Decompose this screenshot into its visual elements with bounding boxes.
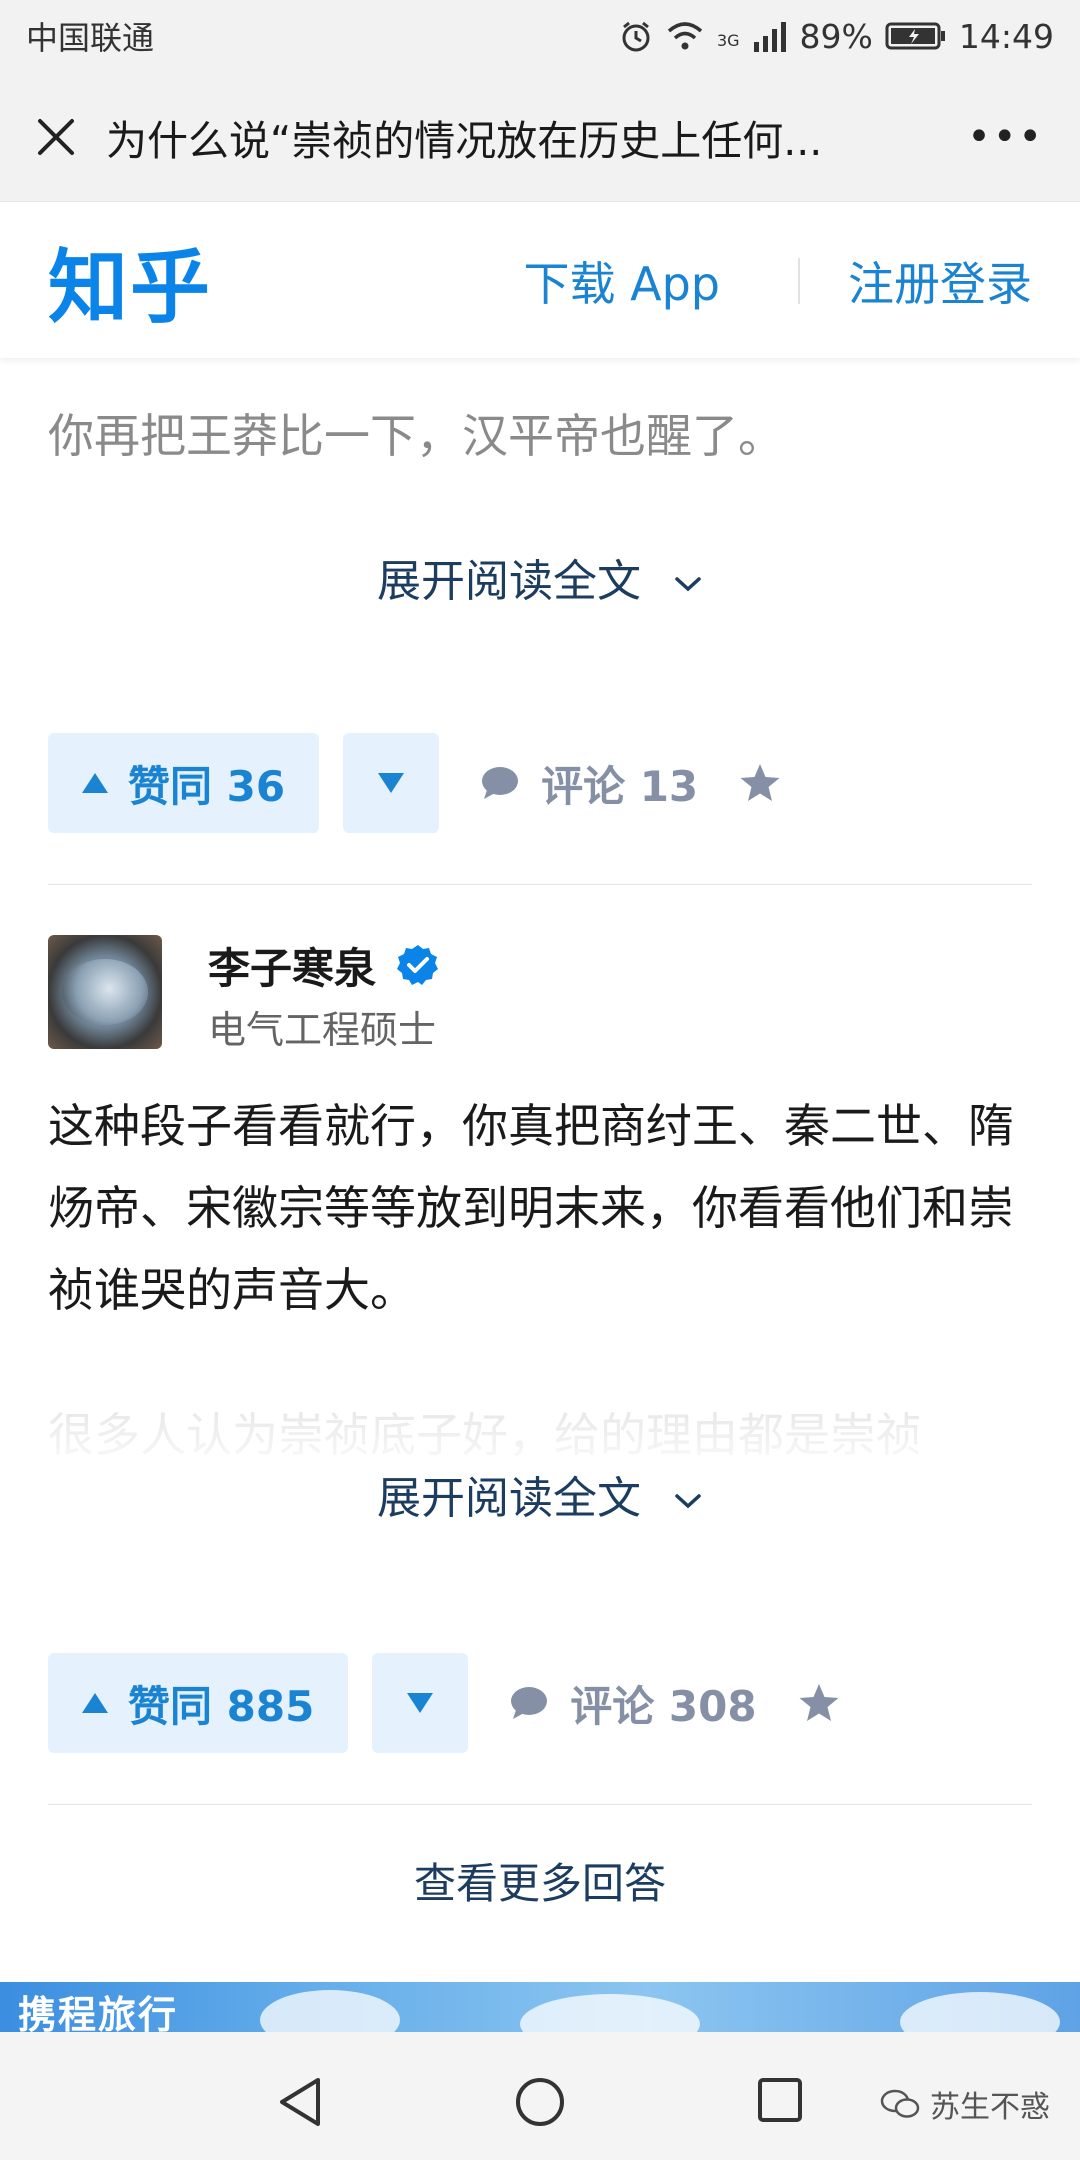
answer-actions: 赞同 885 评论 308 <box>48 1653 841 1753</box>
alarm-icon <box>622 21 650 52</box>
author-headline: 电气工程硕士 <box>208 1008 437 1052</box>
expand-answer-button[interactable]: 展开阅读全文 <box>0 1462 1080 1526</box>
watermark: 苏生不惑 <box>880 2082 1050 2126</box>
star-icon[interactable] <box>738 762 782 804</box>
chevron-down-icon <box>675 577 701 592</box>
answer-actions: 赞同 36 评论 13 <box>48 733 782 833</box>
site-header: 知乎 下载 App 注册登录 <box>0 203 1080 358</box>
battery-percent: 89% <box>799 16 873 56</box>
more-options-button[interactable]: ••• <box>967 114 1044 160</box>
view-more-answers-button[interactable]: 查看更多回答 <box>0 1850 1080 1911</box>
ad-text: 携程旅行 <box>18 1993 179 2032</box>
login-link[interactable]: 注册登录 <box>848 248 1032 314</box>
author-name[interactable]: 李子寒泉 <box>208 935 376 996</box>
expand-answer-button[interactable]: 展开阅读全文 <box>0 545 1080 609</box>
battery-icon <box>885 22 945 50</box>
cloud-decoration <box>520 1994 700 2032</box>
downvote-button[interactable] <box>343 733 440 833</box>
downvote-icon <box>378 773 405 793</box>
recent-apps-icon[interactable] <box>756 2076 804 2124</box>
header-divider <box>798 257 800 304</box>
downvote-button[interactable] <box>372 1653 469 1753</box>
expand-label: 展开阅读全文 <box>377 1473 641 1524</box>
cloud-decoration <box>260 1990 400 2032</box>
answer-divider <box>48 1804 1032 1805</box>
answer-divider <box>48 884 1032 885</box>
chevron-down-icon <box>675 1494 701 1509</box>
zhihu-logo[interactable]: 知乎 <box>48 223 212 339</box>
header-actions: 下载 App 注册登录 <box>524 248 1033 314</box>
star-icon[interactable] <box>797 1682 841 1724</box>
author-info: 李子寒泉 电气工程硕士 <box>208 935 440 1054</box>
answer-content: 这种段子看看就行，你真把商纣王、秦二世、隋炀帝、宋徽宗等等放到明末来，你看看他们… <box>48 1099 1014 1317</box>
avatar[interactable] <box>48 935 162 1049</box>
status-icons: 3G 89% 14:49 <box>619 17 1054 56</box>
comment-icon <box>482 767 519 799</box>
network-type: 3G <box>716 30 740 50</box>
home-icon[interactable] <box>514 2076 566 2128</box>
browser-toolbar: 为什么说“崇祯的情况放在历史上任何... ••• <box>0 72 1080 202</box>
upvote-label: 赞同 885 <box>128 1681 315 1731</box>
upvote-button[interactable]: 赞同 36 <box>48 733 320 833</box>
expand-label: 展开阅读全文 <box>377 556 641 607</box>
comment-button[interactable]: 评论 13 <box>481 753 698 814</box>
download-app-link[interactable]: 下载 App <box>524 248 721 314</box>
comment-label: 评论 308 <box>570 1681 757 1731</box>
upvote-icon <box>82 1693 108 1713</box>
system-nav-bar: 苏生不惑 <box>0 2032 1080 2160</box>
watermark-text: 苏生不惑 <box>930 2090 1050 2125</box>
answer-content-faded: 很多人认为崇祯底子好，给的理由都是崇祯 <box>48 1408 922 1462</box>
back-icon[interactable] <box>276 2076 324 2128</box>
ad-banner[interactable]: 携程旅行 <box>0 1982 1080 2032</box>
verified-badge-icon <box>397 945 439 985</box>
cloud-decoration <box>900 1992 1060 2032</box>
answer-author: 李子寒泉 电气工程硕士 <box>48 935 440 1054</box>
comment-button[interactable]: 评论 308 <box>510 1673 757 1734</box>
signal-icon <box>753 22 786 52</box>
upvote-button[interactable]: 赞同 885 <box>48 1653 349 1753</box>
clock: 14:49 <box>958 16 1054 56</box>
upvote-icon <box>82 773 108 793</box>
author-name-row: 李子寒泉 <box>208 935 440 995</box>
page-title: 为什么说“崇祯的情况放在历史上任何... <box>106 116 823 165</box>
wechat-icon <box>880 2089 920 2118</box>
comment-label: 评论 13 <box>541 761 699 811</box>
upvote-label: 赞同 36 <box>128 761 286 811</box>
comment-icon <box>511 1687 548 1719</box>
wifi-icon <box>667 22 703 50</box>
downvote-icon <box>407 1693 434 1713</box>
status-bar: 中国联通 3G 89% 14:49 <box>0 0 1080 72</box>
close-icon[interactable] <box>36 117 76 157</box>
carrier-label: 中国联通 <box>26 19 155 57</box>
answer-excerpt: 你再把王莽比一下，汉平帝也醒了。 <box>48 409 784 463</box>
